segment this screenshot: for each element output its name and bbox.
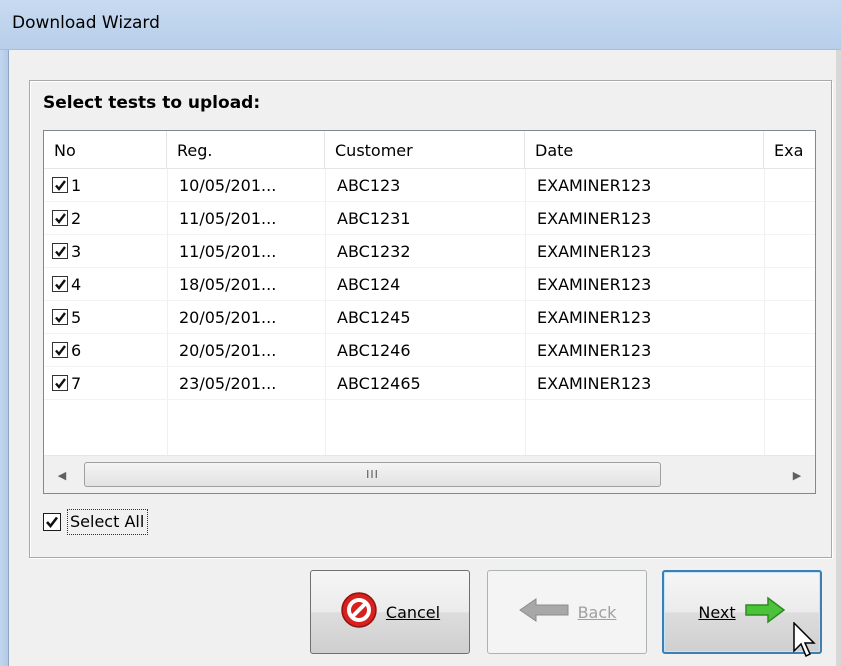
back-label: Back [577, 602, 617, 622]
title-bar: Download Wizard [0, 0, 841, 50]
row-checkbox[interactable] [52, 342, 68, 358]
tests-list-view[interactable]: No Reg. Customer Date Exa 1 10/05/201...… [43, 130, 816, 494]
customer-cell: ABC12465 [337, 374, 421, 393]
row-checkbox[interactable] [52, 210, 68, 226]
date-cell: EXAMINER123 [537, 308, 652, 327]
reg-cell: 11/05/201... [179, 242, 277, 261]
row-checkbox[interactable] [52, 375, 68, 391]
next-arrow-icon [744, 596, 786, 628]
scroll-left-icon[interactable]: ◀ [44, 456, 80, 493]
table-row[interactable]: 5 20/05/201... ABC1245 EXAMINER123 [44, 301, 815, 334]
cancel-icon [340, 591, 378, 633]
customer-cell: ABC1231 [337, 209, 411, 228]
customer-cell: ABC1232 [337, 242, 411, 261]
scroll-thumb-grip: III [366, 468, 379, 481]
back-button[interactable]: Back [487, 570, 647, 654]
select-all-check-icon[interactable] [43, 513, 61, 531]
column-header-date[interactable]: Date [525, 131, 764, 169]
date-cell: EXAMINER123 [537, 275, 652, 294]
row-number-cell: 2 [52, 202, 164, 235]
row-number: 6 [71, 341, 82, 360]
row-number: 1 [71, 176, 82, 195]
row-number: 2 [71, 209, 82, 228]
window-title: Download Wizard [12, 13, 160, 33]
reg-cell: 18/05/201... [179, 275, 277, 294]
row-number-cell: 5 [52, 301, 164, 334]
row-checkbox[interactable] [52, 243, 68, 259]
table-row[interactable]: 6 20/05/201... ABC1246 EXAMINER123 [44, 334, 815, 367]
date-cell: EXAMINER123 [537, 341, 652, 360]
customer-cell: ABC124 [337, 275, 401, 294]
customer-cell: ABC1245 [337, 308, 411, 327]
column-header-examiner[interactable]: Exa [764, 131, 815, 169]
row-number-cell: 7 [52, 367, 164, 400]
select-all-label: Select All [67, 509, 149, 535]
cancel-button[interactable]: Cancel [310, 570, 470, 654]
row-number-cell: 6 [52, 334, 164, 367]
row-number: 3 [71, 242, 82, 261]
row-checkbox[interactable] [52, 276, 68, 292]
table-row[interactable]: 7 23/05/201... ABC12465 EXAMINER123 [44, 367, 815, 400]
date-cell: EXAMINER123 [537, 176, 652, 195]
window-left-border [0, 50, 9, 666]
customer-cell: ABC1246 [337, 341, 411, 360]
next-label: Next [698, 602, 736, 622]
row-checkbox[interactable] [52, 177, 68, 193]
window-right-border [836, 50, 841, 666]
table-row[interactable]: 4 18/05/201... ABC124 EXAMINER123 [44, 268, 815, 301]
cancel-label: Cancel [385, 602, 441, 622]
row-number-cell: 4 [52, 268, 164, 301]
customer-cell: ABC123 [337, 176, 401, 195]
reg-cell: 20/05/201... [179, 341, 277, 360]
date-cell: EXAMINER123 [537, 374, 652, 393]
table-row[interactable]: 2 11/05/201... ABC1231 EXAMINER123 [44, 202, 815, 235]
panel-heading: Select tests to upload: [43, 93, 261, 113]
column-header-reg[interactable]: Reg. [167, 131, 325, 169]
mouse-cursor-icon [793, 621, 817, 664]
table-row[interactable]: 3 11/05/201... ABC1232 EXAMINER123 [44, 235, 815, 268]
column-header-customer[interactable]: Customer [325, 131, 525, 169]
table-row[interactable]: 1 10/05/201... ABC123 EXAMINER123 [44, 169, 815, 202]
column-header-no[interactable]: No [44, 131, 167, 169]
row-number: 5 [71, 308, 82, 327]
row-checkbox[interactable] [52, 309, 68, 325]
row-number-cell: 3 [52, 235, 164, 268]
reg-cell: 11/05/201... [179, 209, 277, 228]
row-number: 4 [71, 275, 82, 294]
list-header: No Reg. Customer Date Exa [44, 131, 815, 169]
reg-cell: 10/05/201... [179, 176, 277, 195]
row-number-cell: 1 [52, 169, 164, 202]
reg-cell: 23/05/201... [179, 374, 277, 393]
row-number: 7 [71, 374, 82, 393]
date-cell: EXAMINER123 [537, 209, 652, 228]
select-all-checkbox[interactable]: Select All [43, 509, 149, 535]
date-cell: EXAMINER123 [537, 242, 652, 261]
reg-cell: 20/05/201... [179, 308, 277, 327]
back-arrow-icon [518, 597, 570, 627]
list-rows: 1 10/05/201... ABC123 EXAMINER123 2 11/0… [44, 169, 815, 400]
horizontal-scrollbar[interactable]: ◀ III ▶ [44, 455, 815, 493]
scroll-right-icon[interactable]: ▶ [779, 456, 815, 493]
scroll-thumb[interactable]: III [84, 462, 661, 487]
